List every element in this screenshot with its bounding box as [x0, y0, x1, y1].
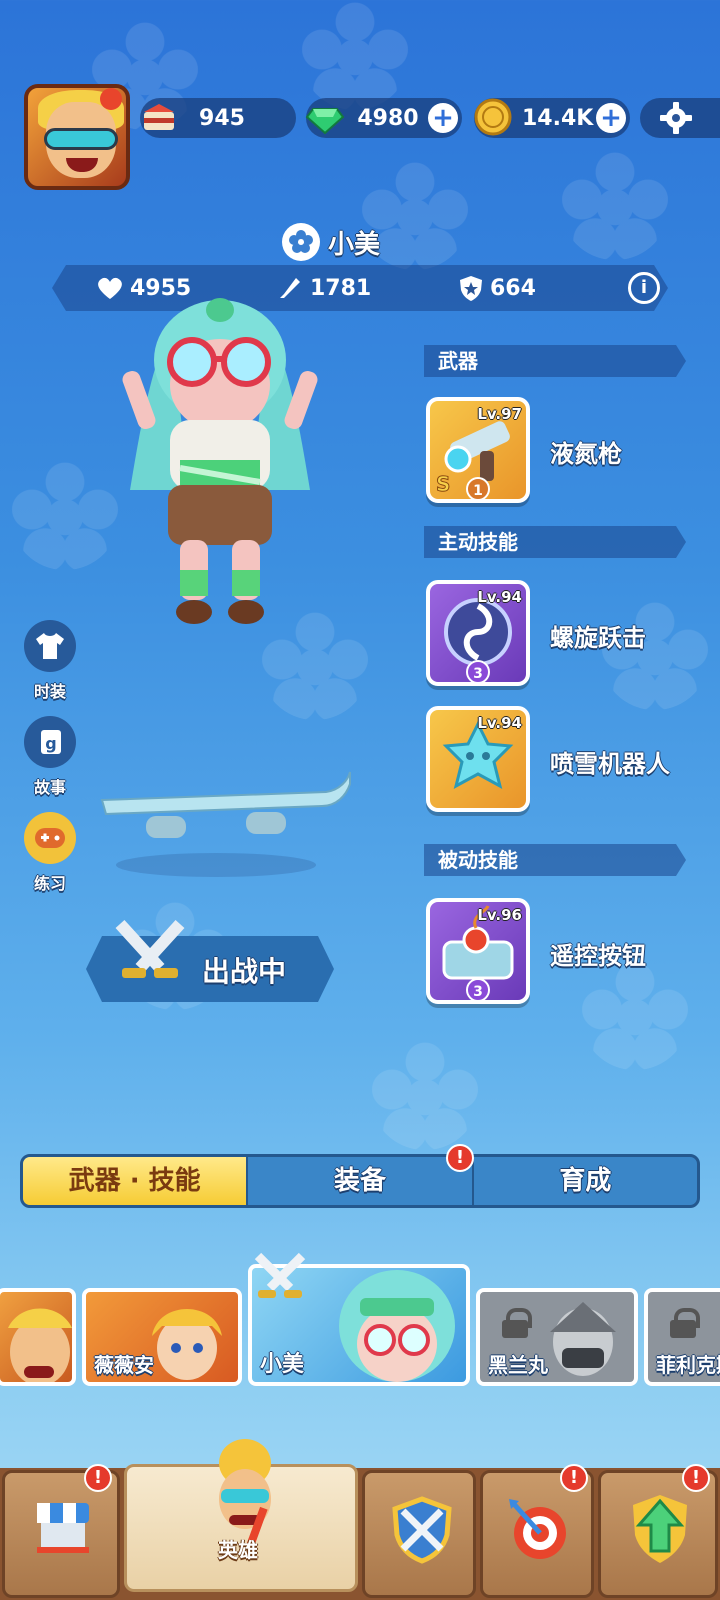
passive-skill-rank-badge: 3 — [466, 978, 490, 1000]
hero-name-header: 小美 — [282, 222, 380, 262]
tab-equipment[interactable]: 装备 — [248, 1157, 474, 1205]
coin-count: 14.4K — [522, 105, 594, 131]
book-icon: g — [41, 730, 61, 754]
crossed-swords-icon — [110, 918, 190, 994]
hero-nav-icon — [219, 1439, 271, 1547]
settings-button[interactable] — [640, 98, 720, 138]
hero-card-felix[interactable]: 菲利克斯 — [644, 1288, 720, 1386]
passive-skill-section-header: 被动技能 — [424, 844, 686, 876]
background-pattern — [370, 1040, 480, 1150]
active-skill-1-name: 螺旋跃击 — [550, 624, 646, 652]
background-pattern — [580, 960, 690, 1070]
svg-text:S: S — [436, 472, 450, 496]
active-skill-2-level: Lv.94 — [477, 714, 522, 732]
battle-shield-icon — [392, 1496, 452, 1564]
defense-stat: 664 — [458, 265, 536, 311]
gamepad-icon — [35, 828, 65, 848]
gem-count: 4980 — [357, 105, 419, 131]
nav-heroes-label: 英雄 — [218, 1538, 258, 1562]
add-gems-button[interactable]: + — [428, 103, 458, 133]
svg-text:g: g — [45, 734, 56, 753]
hero-card-name: 黑兰丸 — [488, 1353, 548, 1377]
upgrade-alert-badge: ! — [682, 1464, 710, 1492]
deployed-swords-icon — [252, 1252, 308, 1312]
practice-button[interactable]: 练习 — [24, 812, 76, 894]
weapon-name: 液氮枪 — [550, 440, 622, 468]
hero-card-name: 菲利克斯 — [656, 1353, 720, 1377]
active-skill-slot-2[interactable]: Lv.94 — [426, 706, 530, 812]
hero-card-kuroranmaru[interactable]: 黑兰丸 — [476, 1288, 638, 1386]
background-pattern — [560, 150, 670, 260]
lock-icon — [502, 1308, 532, 1338]
hero-portrait-icon — [8, 1308, 72, 1382]
passive-skill-slot[interactable]: Lv.96 3 — [426, 898, 530, 1004]
active-skill-section-header: 主动技能 — [424, 526, 686, 558]
shirt-icon — [36, 633, 64, 659]
active-skill-2-name: 喷雪机器人 — [550, 750, 670, 778]
hero-portrait-icon — [550, 1302, 616, 1376]
hero-card-vivian[interactable]: 薇薇安 — [82, 1288, 242, 1386]
target-alert-badge: ! — [560, 1464, 588, 1492]
upgrade-arrow-icon — [633, 1495, 687, 1563]
target-icon — [509, 1499, 566, 1559]
hero-name: 小美 — [328, 229, 381, 260]
hero-portrait-icon — [339, 1270, 455, 1382]
equipment-alert-badge: ! — [446, 1144, 474, 1172]
hero-card-name: 小美 — [260, 1352, 305, 1377]
coin-resource: 14.4K + — [474, 98, 630, 138]
active-skill-slot-1[interactable]: Lv.94 3 — [426, 580, 530, 686]
skateboard-model — [96, 770, 356, 880]
shield-icon — [460, 276, 482, 301]
background-pattern — [600, 600, 710, 710]
story-button[interactable]: g 故事 — [24, 716, 76, 798]
gear-icon — [660, 102, 692, 134]
passive-skill-name: 遥控按钮 — [550, 942, 646, 970]
passive-skill-level: Lv.96 — [477, 906, 522, 924]
flower-badge-icon — [282, 223, 320, 261]
active-skill-1-level: Lv.94 — [477, 588, 522, 606]
shop-alert-badge: ! — [84, 1464, 112, 1492]
tab-weapon-skills[interactable]: 武器 · 技能 — [23, 1157, 249, 1205]
cake-count: 945 — [199, 105, 245, 131]
deploy-status-label: 出战中 — [202, 955, 287, 988]
cake-resource: 945 — [140, 98, 296, 138]
fashion-button[interactable]: 时装 — [24, 620, 76, 702]
weapon-section-header: 武器 — [424, 345, 686, 377]
tab-training[interactable]: 育成 — [474, 1157, 697, 1205]
hero-card-name: 薇薇安 — [94, 1353, 154, 1377]
hero-tabs: 武器 · 技能 装备 育成 — [20, 1154, 700, 1208]
hero-card-previous[interactable] — [0, 1288, 76, 1386]
shop-icon — [37, 1503, 89, 1553]
add-coins-button[interactable]: + — [596, 103, 626, 133]
nav-battle-button[interactable] — [362, 1470, 476, 1598]
player-avatar[interactable] — [24, 84, 130, 190]
background-pattern — [10, 460, 120, 570]
hero-model — [110, 290, 330, 660]
cake-icon — [136, 94, 182, 140]
weapon-slot[interactable]: S Lv.97 1 — [426, 397, 530, 503]
hero-portrait-icon — [152, 1309, 222, 1380]
active-skill-1-rank-badge: 3 — [466, 660, 490, 682]
gem-resource: 4980 + — [305, 98, 462, 138]
gem-icon — [302, 94, 348, 140]
coin-icon — [470, 94, 516, 140]
lock-icon — [670, 1308, 700, 1338]
nav-heroes-button[interactable] — [124, 1439, 358, 1592]
info-button[interactable]: i — [628, 272, 660, 304]
weapon-level: Lv.97 — [477, 405, 522, 423]
weapon-rank-badge: 1 — [466, 477, 490, 499]
